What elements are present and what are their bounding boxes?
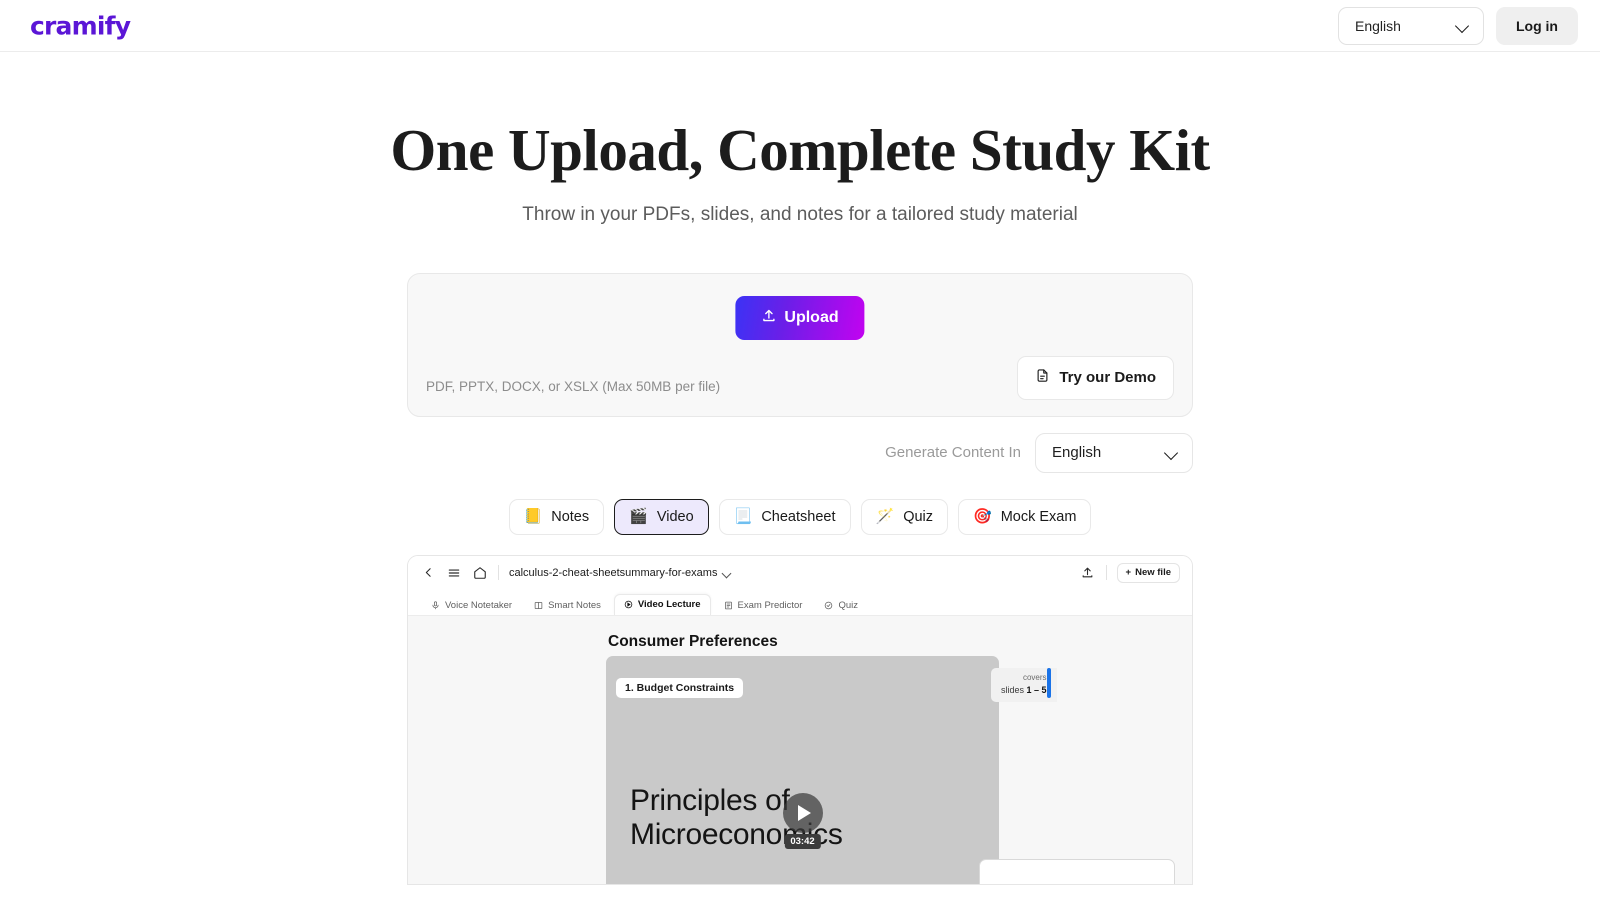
tab-mock-exam-label: Mock Exam — [1000, 508, 1077, 525]
check-circle-icon — [825, 601, 833, 610]
section-chip: 1. Budget Constraints — [616, 677, 744, 698]
upload-share-icon[interactable] — [1080, 565, 1096, 581]
preview-tabs: Voice Notetaker Smart Notes Video Lectur… — [408, 589, 1192, 615]
preview-tab-exam-predictor-label: Exam Predictor — [737, 599, 803, 611]
try-demo-button[interactable]: Try our Demo — [1017, 355, 1174, 400]
preview-filename[interactable]: calculus-2-cheat-sheetsummary-for-exams — [509, 567, 732, 579]
magic-wand-icon: 🪄 — [875, 508, 895, 526]
tab-mock-exam[interactable]: 🎯 Mock Exam — [958, 498, 1092, 535]
app-preview: calculus-2-cheat-sheetsummary-for-exams … — [407, 554, 1193, 885]
preview-content-area: Consumer Preferences 1. Budget Constrain… — [408, 614, 1192, 884]
preview-filename-text: calculus-2-cheat-sheetsummary-for-exams — [509, 566, 718, 579]
hamburger-menu-icon[interactable] — [446, 565, 462, 581]
covers-accent-bar — [1047, 667, 1051, 698]
chevron-left-icon[interactable] — [420, 565, 436, 581]
tab-quiz-label: Quiz — [903, 508, 934, 525]
preview-tab-smart-notes-label: Smart Notes — [548, 599, 601, 611]
tab-notes[interactable]: 📒 Notes — [508, 498, 605, 535]
new-file-button[interactable]: + New file — [1116, 562, 1180, 583]
play-button[interactable] — [782, 792, 823, 833]
hero-section: One Upload, Complete Study Kit Throw in … — [0, 52, 1600, 226]
covers-range-value: 1 – 5 — [1026, 684, 1047, 695]
top-navigation-bar: cramify English Log in — [0, 0, 1600, 52]
clapperboard-icon: 🎬 — [629, 508, 648, 526]
upload-button[interactable]: Upload — [735, 295, 865, 340]
header-language-select[interactable]: English — [1338, 6, 1484, 45]
play-circle-icon — [624, 601, 633, 609]
preview-tab-voice-notetaker[interactable]: Voice Notetaker — [422, 596, 521, 615]
preview-tab-voice-notetaker-label: Voice Notetaker — [445, 599, 513, 611]
page-title: One Upload, Complete Study Kit — [390, 117, 1210, 183]
tab-notes-label: Notes — [551, 508, 590, 525]
generate-content-row: Generate Content In English — [407, 432, 1193, 473]
preview-tab-video-lecture-label: Video Lecture — [637, 599, 701, 611]
tab-video[interactable]: 🎬 Video — [614, 498, 709, 535]
tab-cheatsheet[interactable]: 📃 Cheatsheet — [718, 498, 851, 535]
covers-range: slides 1 – 5 — [1001, 684, 1047, 696]
chevron-down-icon — [1165, 448, 1179, 457]
new-file-label: New file — [1135, 567, 1171, 579]
page-icon: 📃 — [733, 508, 753, 526]
try-demo-label: Try our Demo — [1059, 369, 1156, 387]
preview-tab-exam-predictor[interactable]: Exam Predictor — [715, 596, 812, 615]
top-bar-actions: English Log in — [1338, 6, 1578, 45]
preview-tab-smart-notes[interactable]: Smart Notes — [525, 596, 610, 615]
preview-toolbar: calculus-2-cheat-sheetsummary-for-exams … — [408, 555, 1192, 590]
video-player[interactable]: 1. Budget Constraints Principles of Micr… — [606, 655, 999, 884]
tab-video-label: Video — [656, 508, 694, 525]
format-tabs: 📒 Notes 🎬 Video 📃 Cheatsheet 🪄 Quiz 🎯 Mo… — [0, 498, 1600, 535]
generate-language-value: English — [1052, 444, 1102, 462]
document-list-icon — [724, 601, 732, 610]
covers-range-prefix: slides — [1001, 684, 1027, 695]
target-icon: 🎯 — [973, 508, 992, 526]
chevron-down-icon — [723, 570, 732, 576]
supported-filetypes-note: PDF, PPTX, DOCX, or XSLX (Max 50MB per f… — [426, 378, 721, 394]
header-language-value: English — [1355, 17, 1401, 34]
login-button[interactable]: Log in — [1496, 6, 1578, 45]
generate-language-select[interactable]: English — [1035, 432, 1193, 473]
page-subtitle: Throw in your PDFs, slides, and notes fo… — [522, 203, 1078, 225]
microphone-icon — [432, 601, 439, 610]
covers-label: covers — [1022, 672, 1047, 682]
upload-card: Upload PDF, PPTX, DOCX, or XSLX (Max 50M… — [407, 272, 1193, 417]
lesson-heading: Consumer Preferences — [608, 632, 778, 650]
preview-tab-quiz-label: Quiz — [838, 599, 859, 611]
book-icon — [534, 602, 543, 609]
video-duration-badge: 03:42 — [784, 833, 821, 849]
document-icon — [1035, 368, 1050, 387]
tab-cheatsheet-label: Cheatsheet — [761, 508, 836, 525]
plus-icon: + — [1125, 567, 1132, 579]
notebook-icon: 📒 — [523, 508, 543, 526]
upload-arrow-icon — [761, 308, 776, 328]
generate-content-label: Generate Content In — [885, 444, 1021, 462]
home-icon[interactable] — [472, 565, 488, 581]
preview-toolbar-actions: + New file — [1080, 562, 1180, 583]
chevron-down-icon — [1456, 21, 1470, 30]
preview-tab-video-lecture[interactable]: Video Lecture — [613, 593, 711, 615]
toolbar-divider — [498, 565, 499, 581]
toolbar-divider — [1105, 565, 1107, 581]
upload-button-label: Upload — [784, 308, 839, 326]
preview-tab-quiz[interactable]: Quiz — [815, 596, 867, 615]
tab-quiz[interactable]: 🪄 Quiz — [860, 498, 949, 535]
cramify-logo[interactable]: cramify — [30, 11, 131, 40]
preview-bottom-card — [979, 858, 1175, 884]
